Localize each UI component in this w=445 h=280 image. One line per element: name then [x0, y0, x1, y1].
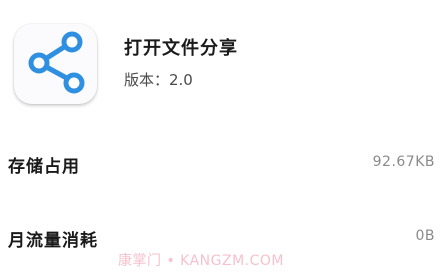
- storage-usage-value: 92.67KB: [372, 154, 435, 170]
- monthly-traffic-row[interactable]: 月流量消耗 0B: [0, 218, 445, 254]
- monthly-traffic-value: 0B: [415, 228, 435, 244]
- share-icon: [14, 24, 97, 104]
- storage-usage-row[interactable]: 存储占用 92.67KB: [0, 144, 445, 180]
- app-info-page: 打开文件分享 版本：2.0 存储占用 92.67KB 月流量消耗 0B 康掌门 …: [0, 0, 445, 280]
- app-name: 打开文件分享: [124, 38, 238, 59]
- storage-usage-label: 存储占用: [8, 157, 80, 177]
- watermark: 康掌门 • KANGZM.COM: [118, 253, 284, 269]
- app-version: 版本：2.0: [124, 71, 193, 89]
- monthly-traffic-label: 月流量消耗: [8, 231, 98, 251]
